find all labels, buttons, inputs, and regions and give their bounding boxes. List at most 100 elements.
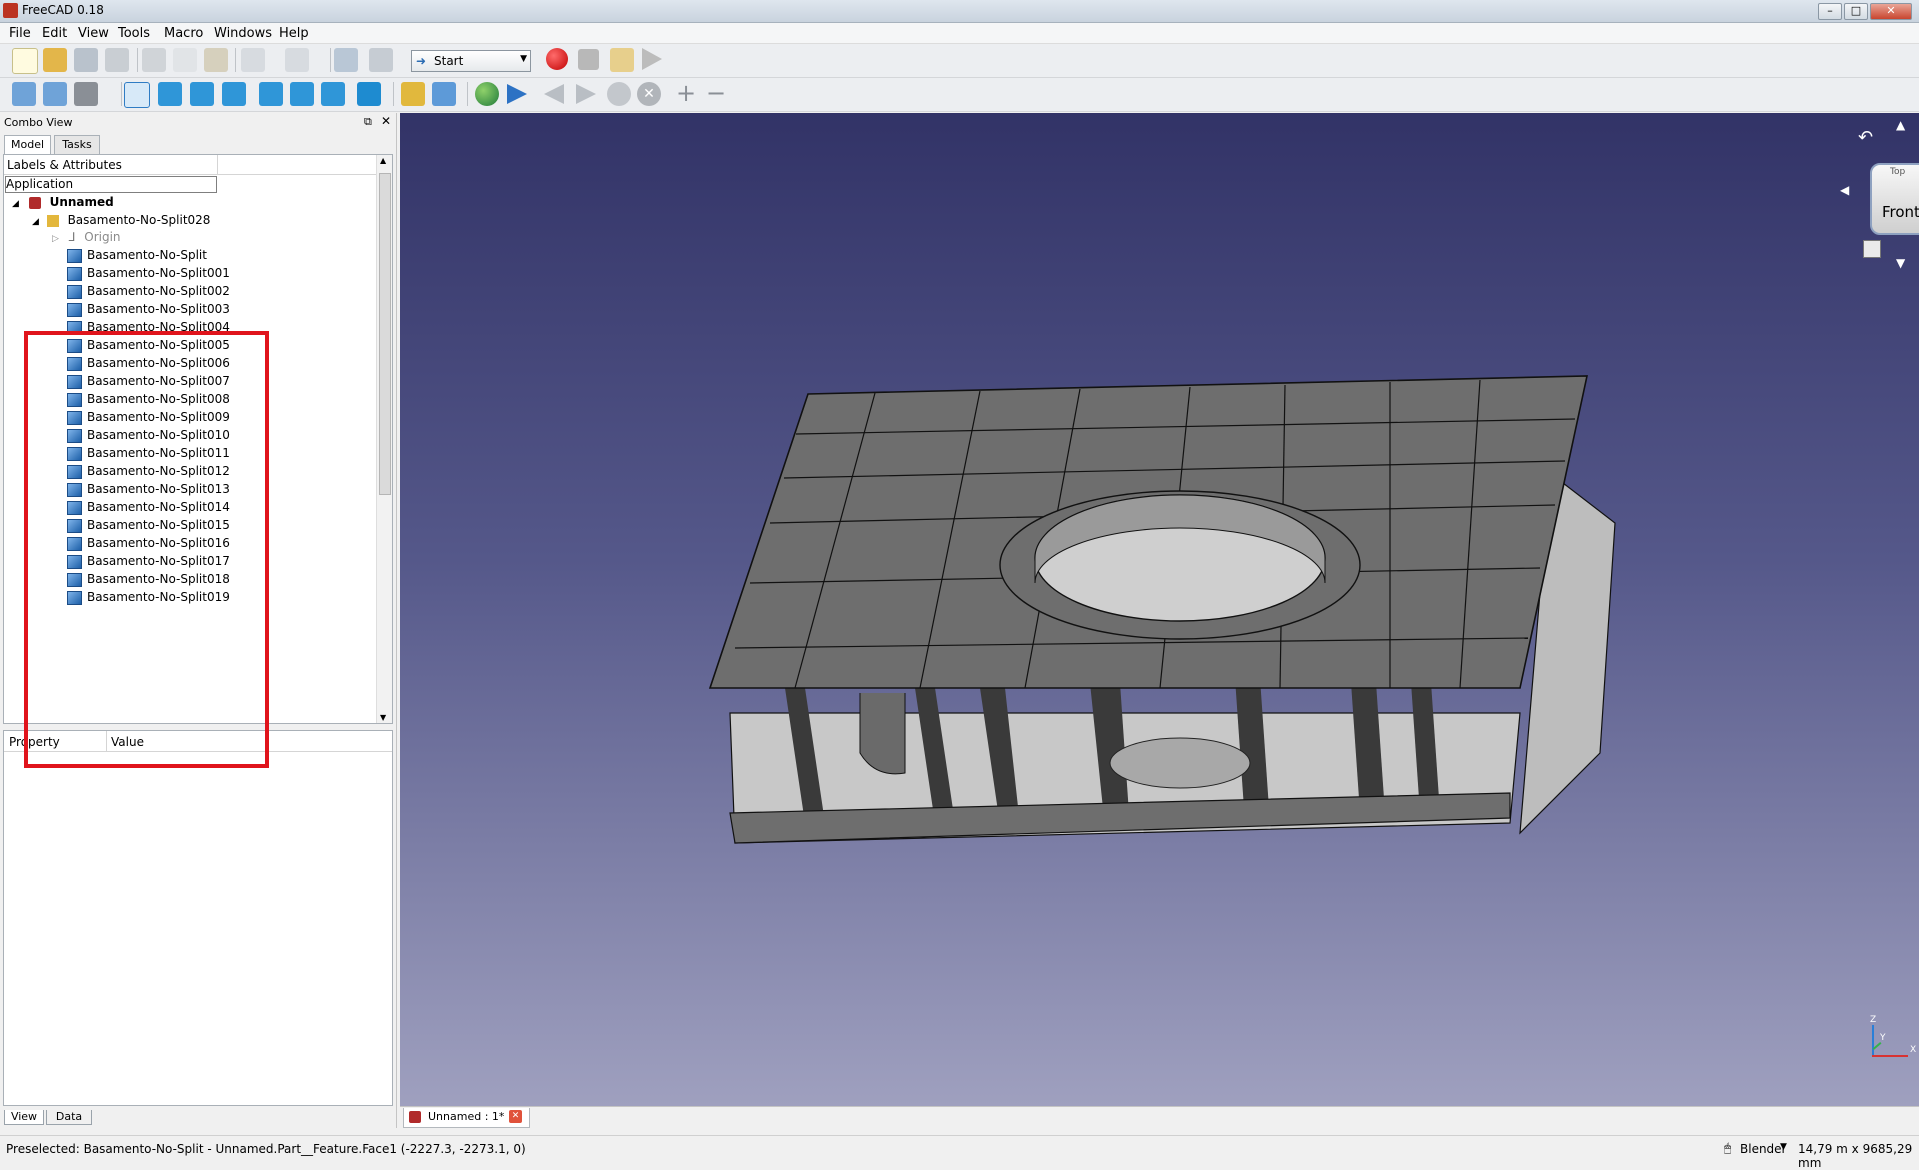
fit-all-icon[interactable] — [12, 82, 36, 106]
labels-attributes-header: Labels & Attributes — [7, 158, 122, 172]
scroll-down-icon[interactable]: ▼ — [380, 713, 386, 722]
menu-view[interactable]: View — [78, 26, 109, 41]
highlight-annotation-box — [24, 331, 269, 768]
record-macro-icon[interactable] — [546, 48, 568, 70]
paste-icon[interactable] — [204, 48, 228, 72]
chevron-down-icon[interactable]: ▼ — [1780, 1142, 1787, 1152]
tab-tasks[interactable]: Tasks — [54, 135, 100, 154]
workbench-selector[interactable]: ➜ Start ▼ — [411, 50, 531, 72]
group-row[interactable]: ◢ Basamento-No-Split028 — [32, 212, 210, 229]
tree-item[interactable]: Basamento-No-Split002 — [67, 283, 230, 300]
maximize-button[interactable]: □ — [1844, 3, 1868, 20]
part-feature-icon — [67, 266, 82, 281]
create-part-icon[interactable] — [401, 82, 425, 106]
scroll-up-icon[interactable]: ▲ — [380, 156, 386, 165]
axis-z-line — [1872, 1025, 1874, 1055]
refresh-icon[interactable] — [334, 48, 358, 72]
close-panel-icon[interactable]: ✕ — [381, 114, 391, 128]
zoom-out-icon[interactable]: − — [704, 81, 728, 106]
menu-macro[interactable]: Macro — [164, 26, 203, 41]
nav-cube-box[interactable]: Top Front — [1870, 163, 1919, 235]
menu-tools[interactable]: Tools — [118, 26, 150, 41]
stop-macro-icon[interactable] — [578, 49, 599, 70]
view-left-icon[interactable] — [321, 82, 345, 106]
web-start-icon[interactable] — [475, 82, 499, 106]
tab-view[interactable]: View — [4, 1110, 44, 1125]
collapse-triangle-icon: ▷ — [52, 234, 59, 244]
tree-item-label: Basamento-No-Split001 — [87, 266, 230, 280]
close-window-button[interactable]: ✕ — [1870, 3, 1912, 20]
part-feature-icon — [67, 248, 82, 263]
axis-y-label: Y — [1880, 1033, 1886, 1043]
copy-icon[interactable] — [173, 48, 197, 72]
menu-help[interactable]: Help — [279, 26, 309, 41]
view-top-icon[interactable] — [190, 82, 214, 106]
zoom-in-icon[interactable]: + — [674, 81, 698, 106]
save-icon[interactable] — [74, 48, 98, 72]
application-row[interactable]: Application — [5, 176, 217, 193]
nav-arrow-up-icon[interactable]: ▲ — [1896, 118, 1905, 132]
nav-arrow-left-icon[interactable]: ◀ — [1840, 183, 1849, 197]
view-toolbar: ✕ + − — [0, 78, 1919, 112]
draw-style-icon[interactable] — [74, 82, 98, 106]
create-group-icon[interactable] — [432, 82, 456, 106]
menu-windows[interactable]: Windows — [214, 26, 272, 41]
document-row[interactable]: ◢ Unnamed — [12, 194, 114, 211]
nav-arrow-down-icon[interactable]: ▼ — [1896, 256, 1905, 270]
axis-x-line — [1872, 1055, 1908, 1057]
redo-icon[interactable] — [285, 48, 309, 72]
document-label: Unnamed — [49, 195, 114, 209]
document-icon — [28, 196, 41, 209]
menu-file[interactable]: File — [9, 26, 31, 41]
3d-viewport[interactable]: ▲ ↶ ↷ ◀ ▶ ▼ Top Front Z Y X — [400, 113, 1919, 1106]
view-right-icon[interactable] — [222, 82, 246, 106]
workbench-arrow-icon: ➜ — [416, 54, 427, 68]
tree-item[interactable]: Basamento-No-Split003 — [67, 301, 230, 318]
fit-selection-icon[interactable] — [43, 82, 67, 106]
open-website-icon[interactable] — [507, 84, 527, 104]
tree-item[interactable]: Basamento-No-Split — [67, 247, 207, 264]
document-tab[interactable]: Unnamed : 1* ✕ — [403, 1108, 530, 1128]
print-icon[interactable] — [105, 48, 129, 72]
stop-loading-icon[interactable]: ✕ — [637, 82, 661, 106]
axis-cross: Z Y X — [1866, 1015, 1919, 1065]
nav-cube-front-label[interactable]: Front — [1882, 203, 1919, 221]
run-macro-icon[interactable] — [642, 48, 662, 70]
origin-axes-icon: ⅃ — [68, 230, 76, 244]
scrollbar-thumb[interactable] — [379, 173, 391, 495]
float-panel-icon[interactable]: ⧉ — [364, 115, 372, 129]
axis-x-label: X — [1910, 1045, 1917, 1055]
menu-edit[interactable]: Edit — [42, 26, 67, 41]
open-folder-icon[interactable] — [43, 48, 67, 72]
nav-rotate-left-icon[interactable]: ↶ — [1858, 127, 1873, 148]
tab-model[interactable]: Model — [4, 135, 51, 154]
cut-icon[interactable] — [142, 48, 166, 72]
navigation-style-selector[interactable]: Blender — [1740, 1142, 1785, 1156]
view-front-icon[interactable] — [158, 82, 182, 106]
forward-arrow-icon[interactable] — [576, 84, 596, 104]
nav-cube-top-label[interactable]: Top — [1890, 167, 1905, 177]
tree-item[interactable]: Basamento-No-Split001 — [67, 265, 230, 282]
reload-icon[interactable] — [607, 82, 631, 106]
part-container-icon — [46, 214, 59, 227]
macro-editor-icon[interactable] — [610, 48, 634, 72]
measure-distance-icon[interactable] — [357, 82, 381, 106]
close-tab-icon[interactable]: ✕ — [509, 1110, 522, 1123]
origin-row[interactable]: ▷ ⅃ Origin — [52, 229, 121, 246]
dimension-readout: 14,79 m x 9685,29 mm — [1798, 1142, 1913, 1170]
tree-scrollbar[interactable]: ▲ ▼ — [376, 155, 392, 723]
document-tab-label: Unnamed : 1* — [428, 1110, 505, 1123]
new-file-icon[interactable] — [12, 48, 38, 74]
view-rear-icon[interactable] — [259, 82, 283, 106]
view-bottom-icon[interactable] — [290, 82, 314, 106]
minimize-button[interactable]: – — [1818, 3, 1842, 20]
whats-this-icon[interactable] — [369, 48, 393, 72]
undo-icon[interactable] — [241, 48, 265, 72]
view-isometric-icon[interactable] — [124, 82, 150, 108]
part-feature-icon — [67, 302, 82, 317]
window-title: FreeCAD 0.18 — [22, 3, 104, 17]
tab-data[interactable]: Data — [46, 1110, 92, 1125]
3d-model[interactable] — [400, 113, 1919, 1106]
nav-cube-menu-icon[interactable] — [1863, 240, 1881, 258]
back-arrow-icon[interactable] — [544, 84, 564, 104]
